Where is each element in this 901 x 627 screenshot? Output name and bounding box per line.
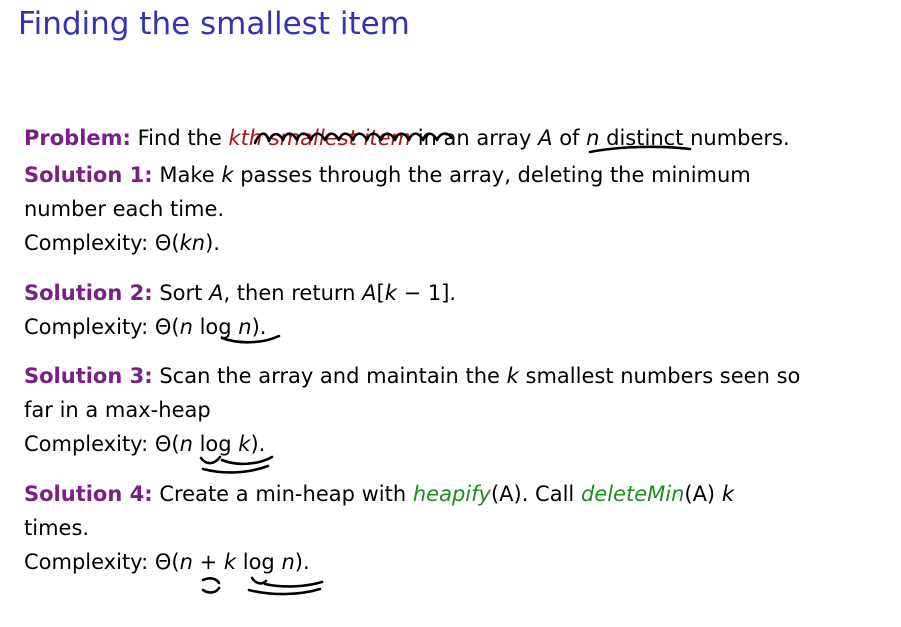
solution-4-n: n (179, 550, 193, 574)
solution-2-line-1: Solution 2: Sort A, then return A[k − 1]… (24, 276, 456, 310)
solution-3-log: log (199, 432, 232, 456)
solution-4: Solution 4: Create a min-heap with heapi… (24, 477, 734, 579)
solution-1-k: k (221, 163, 234, 187)
solution-4-plus: + (199, 550, 218, 574)
problem-array-var: A (538, 126, 553, 150)
problem-text-3: distinct numbers. (606, 126, 790, 150)
solution-1-complexity-expr: kn (179, 231, 206, 255)
solution-3-label: Solution 3: (24, 364, 153, 388)
solution-4-complexity: Complexity: Θ(n + k log n). (24, 545, 734, 579)
solution-4-theta-open: Θ( (154, 550, 180, 574)
problem-statement: Problem: Find the kth smallest item in a… (24, 121, 790, 155)
solution-2-complexity: Complexity: Θ(n log n). (24, 310, 456, 344)
solution-4-log: log (242, 550, 275, 574)
solution-4-line-2: times. (24, 516, 90, 540)
solution-2-k: k (384, 281, 397, 305)
slide-title: Finding the smallest item (18, 6, 410, 42)
solution-2-theta-close: ). (251, 315, 267, 339)
solution-1-text-a: Make (159, 163, 215, 187)
solution-1-label: Solution 1: (24, 163, 153, 187)
solution-2-n: n (179, 315, 193, 339)
solution-2-label: Solution 2: (24, 281, 153, 305)
solution-1-text-b: passes through the array, deleting the m… (240, 163, 751, 187)
solution-1: Solution 1: Make k passes through the ar… (24, 158, 751, 260)
solution-4-k: k (721, 482, 734, 506)
solution-4-text-b: (A). Call (490, 482, 575, 506)
solution-2-theta-open: Θ( (154, 315, 180, 339)
solution-4-text-c: (A) (684, 482, 716, 506)
solution-4-label: Solution 4: (24, 482, 153, 506)
solution-4-heapify: heapify (412, 482, 491, 506)
solution-1-line-2: number each time. (24, 197, 225, 221)
mark-solution-4-log (263, 580, 324, 588)
solution-4-text-a: Create a min-heap with (159, 482, 407, 506)
solution-3-theta-close: ). (250, 432, 266, 456)
mark-solution-3-log-under (201, 464, 270, 474)
solution-3-theta-open: Θ( (154, 432, 180, 456)
problem-text-1: Find the (137, 126, 222, 150)
solution-1-theta-close: ). (205, 231, 220, 255)
solution-3-line-1: Solution 3: Scan the array and maintain … (24, 359, 800, 393)
solution-3-complexity-label: Complexity: (24, 432, 149, 456)
problem-n-var: n (586, 126, 600, 150)
solution-2: Solution 2: Sort A, then return A[k − 1]… (24, 276, 456, 344)
solution-4-line-1: Solution 4: Create a min-heap with heapi… (24, 477, 734, 511)
mark-solution-4-n2 (201, 586, 221, 594)
solution-2-text-d: − 1]. (403, 281, 457, 305)
mark-solution-4-n (201, 577, 221, 585)
solution-2-text-b: , then return (223, 281, 356, 305)
solution-3-complexity: Complexity: Θ(n log k). (24, 427, 800, 461)
problem-highlight: kth smallest item (228, 126, 412, 150)
solution-3-text-b: smallest numbers seen so (525, 364, 801, 388)
solution-1-complexity: Complexity: Θ(kn). (24, 226, 751, 260)
solution-3-k: k (506, 364, 519, 388)
solution-2-complexity-label: Complexity: (24, 315, 149, 339)
solution-2-A2: A (362, 281, 377, 305)
solution-2-text-a: Sort (159, 281, 203, 305)
solution-1-line-1: Solution 1: Make k passes through the ar… (24, 158, 751, 192)
solution-2-A: A (209, 281, 224, 305)
solution-3-n: n (179, 432, 193, 456)
mark-solution-4-log-under (247, 587, 322, 596)
solution-4-k2: k (223, 550, 237, 574)
problem-of: of (559, 126, 580, 150)
solution-4-theta-close: ). (294, 550, 310, 574)
solution-3-k2: k (238, 432, 251, 456)
solution-4-complexity-label: Complexity: (24, 550, 149, 574)
solution-2-log: log (199, 315, 232, 339)
problem-label: Problem: (24, 126, 131, 150)
solution-1-theta-open: Θ( (154, 231, 180, 255)
solution-2-n2: n (238, 315, 252, 339)
solution-4-n2: n (281, 550, 295, 574)
solution-4-deletemin: deleteMin (580, 482, 685, 506)
solution-1-complexity-label: Complexity: (24, 231, 149, 255)
solution-3-line-2: far in a max-heap (24, 398, 211, 422)
solution-3: Solution 3: Scan the array and maintain … (24, 359, 800, 461)
problem-text-2: in an array (417, 126, 532, 150)
solution-3-text-a: Scan the array and maintain the (159, 364, 500, 388)
solution-2-bracket: [ (376, 281, 385, 305)
